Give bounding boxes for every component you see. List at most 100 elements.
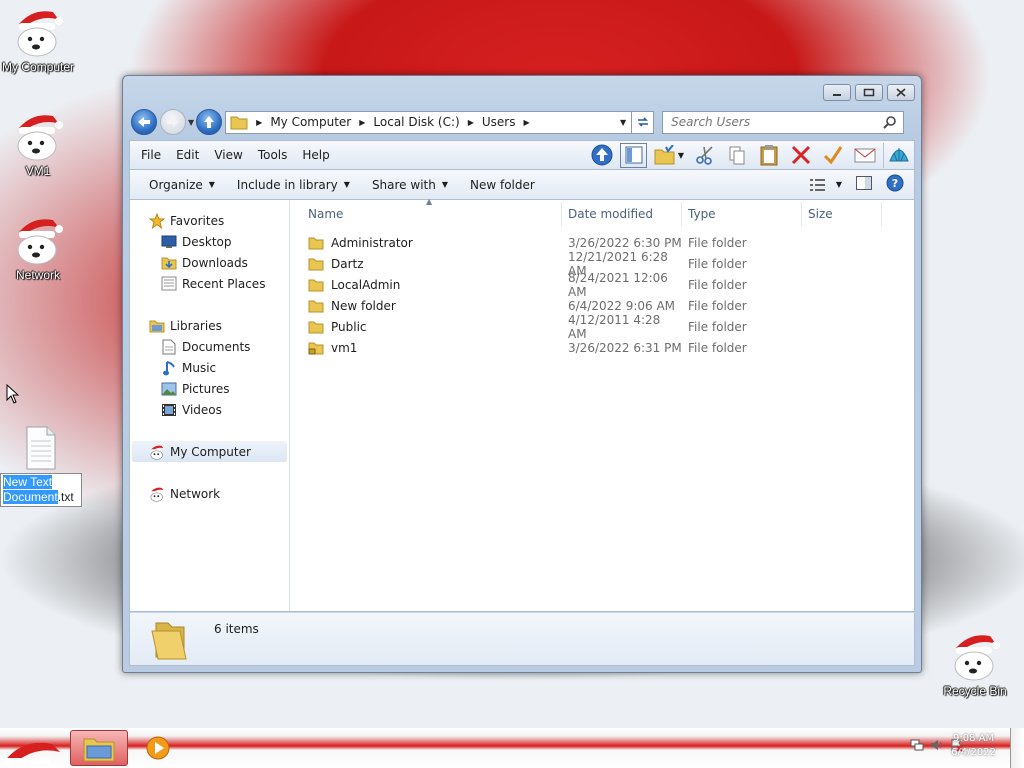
file-row[interactable]: vm1 3/26/2022 6:31 PM File folder — [290, 337, 914, 358]
pictures-icon — [161, 382, 177, 395]
documents-icon — [162, 339, 176, 354]
desktop-icon-label: Network — [15, 268, 60, 282]
desktop-icon-my-computer[interactable]: My Computer — [0, 6, 78, 74]
breadcrumb-separator[interactable]: ▶ — [523, 118, 529, 127]
organize-button[interactable]: Organize ▼ — [138, 174, 226, 196]
folder-options-button[interactable]: ▼ — [652, 143, 686, 168]
preview-pane-toggle[interactable] — [620, 142, 647, 168]
back-button[interactable] — [131, 109, 157, 135]
column-header-type[interactable]: Type — [682, 202, 802, 226]
taskbar-media-player-button[interactable] — [140, 730, 176, 766]
search-input[interactable] — [671, 115, 872, 129]
nav-pictures[interactable]: Pictures — [130, 378, 289, 399]
address-row: ▼ ▶ My Computer ▶ Local Disk (C:) ▶ User… — [131, 108, 913, 136]
nav-downloads[interactable]: Downloads — [130, 252, 289, 273]
include-in-library-button[interactable]: Include in library ▼ — [226, 174, 361, 196]
santa-dog-icon — [954, 635, 1000, 681]
desktop-icon-network[interactable]: Network — [0, 214, 78, 282]
close-button[interactable] — [887, 84, 915, 101]
copy-button[interactable] — [723, 143, 750, 168]
svg-text:?: ? — [892, 177, 898, 190]
address-dropdown-arrow[interactable]: ▼ — [620, 118, 626, 127]
nav-documents[interactable]: Documents — [130, 336, 289, 357]
up-level-button[interactable] — [588, 143, 615, 168]
taskbar-clock[interactable]: 9:08 AM 6/4/2022 — [951, 732, 996, 760]
menu-tools[interactable]: Tools — [251, 145, 296, 165]
show-desktop-button[interactable] — [1010, 728, 1024, 768]
delete-x-icon — [791, 145, 810, 165]
column-header-size[interactable]: Size — [802, 202, 882, 226]
change-view-button[interactable]: ▼ — [809, 178, 842, 191]
file-rows: Administrator 3/26/2022 6:30 PM File fol… — [290, 232, 914, 358]
mouse-cursor-icon — [6, 384, 20, 404]
column-headers: ▲ Name Date modified Type Size — [290, 197, 914, 226]
breadcrumb-separator[interactable]: ▶ — [468, 118, 474, 127]
file-type: File folder — [688, 235, 747, 250]
breadcrumb-separator[interactable]: ▶ — [256, 118, 262, 127]
network-tray-icon[interactable] — [910, 738, 924, 752]
paste-button[interactable] — [755, 143, 782, 168]
preview-pane-button[interactable] — [856, 176, 872, 193]
nav-label: Music — [182, 360, 217, 375]
nav-my-computer[interactable]: My Computer — [132, 441, 287, 462]
refresh-button[interactable] — [632, 110, 655, 134]
details-view-icon — [809, 178, 825, 191]
file-type: File folder — [688, 340, 747, 355]
breadcrumb-users[interactable]: Users — [482, 115, 516, 129]
rename-textbox[interactable]: New Text Document.txt — [0, 473, 82, 507]
downloads-icon — [161, 257, 177, 270]
large-folder-icon — [151, 622, 187, 660]
delete-button[interactable] — [787, 143, 814, 168]
text-document-icon — [26, 426, 56, 470]
file-type: File folder — [688, 298, 747, 313]
desktop-icon-text-document[interactable]: New Text Document.txt — [0, 425, 82, 507]
item-count: 6 items — [214, 622, 259, 636]
menu-file[interactable]: File — [134, 145, 169, 165]
email-button[interactable] — [851, 143, 878, 168]
breadcrumb-my-computer[interactable]: My Computer — [270, 115, 351, 129]
videos-icon — [162, 403, 176, 416]
nav-libraries[interactable]: Libraries — [130, 315, 289, 336]
desktop-icon-recycle-bin[interactable]: Recycle Bin — [935, 630, 1015, 698]
file-row[interactable]: LocalAdmin 8/24/2021 12:06 AM File folde… — [290, 271, 914, 299]
help-button[interactable]: ? — [886, 174, 904, 195]
nav-favorites[interactable]: Favorites — [130, 210, 289, 231]
search-icon — [883, 115, 896, 129]
maximize-button[interactable] — [855, 84, 883, 101]
new-folder-button[interactable]: New folder — [459, 174, 546, 196]
share-with-button[interactable]: Share with ▼ — [361, 174, 459, 196]
address-bar[interactable]: ▶ My Computer ▶ Local Disk (C:) ▶ Users … — [225, 110, 633, 134]
menu-view[interactable]: View — [207, 145, 250, 165]
menu-help[interactable]: Help — [295, 145, 337, 165]
nav-label: My Computer — [170, 444, 251, 459]
volume-icon[interactable] — [930, 738, 944, 752]
menu-edit[interactable]: Edit — [169, 145, 207, 165]
nav-desktop[interactable]: Desktop — [130, 231, 289, 252]
recent-pages-dropdown[interactable]: ▼ — [188, 118, 194, 127]
breadcrumb-local-disk[interactable]: Local Disk (C:) — [373, 115, 459, 129]
desktop-icon-vm1[interactable]: VM1 — [0, 110, 78, 178]
shell-icon — [889, 148, 909, 162]
cut-button[interactable] — [691, 143, 718, 168]
taskbar-explorer-button[interactable] — [70, 730, 128, 766]
nav-videos[interactable]: Videos — [130, 399, 289, 420]
nav-network[interactable]: Network — [130, 483, 289, 504]
column-header-name[interactable]: Name — [290, 202, 562, 226]
nav-label: Desktop — [182, 234, 232, 249]
forward-button[interactable] — [160, 109, 186, 135]
media-player-icon — [146, 736, 170, 760]
shell-button[interactable] — [883, 142, 910, 168]
minimize-button[interactable] — [823, 84, 851, 101]
breadcrumb-separator[interactable]: ▶ — [359, 118, 365, 127]
new-folder-label: New folder — [470, 177, 535, 192]
start-button-santa-hat-icon[interactable] — [2, 736, 64, 764]
file-row[interactable]: Public 4/12/2011 4:28 AM File folder — [290, 313, 914, 341]
copy-icon — [729, 146, 744, 165]
nav-recent-places[interactable]: Recent Places — [130, 273, 289, 294]
column-header-date-modified[interactable]: Date modified — [562, 202, 682, 226]
organize-label: Organize — [149, 177, 203, 192]
nav-music[interactable]: Music — [130, 357, 289, 378]
properties-button[interactable] — [819, 143, 846, 168]
search-box[interactable] — [662, 110, 905, 134]
up-button[interactable] — [196, 109, 223, 135]
